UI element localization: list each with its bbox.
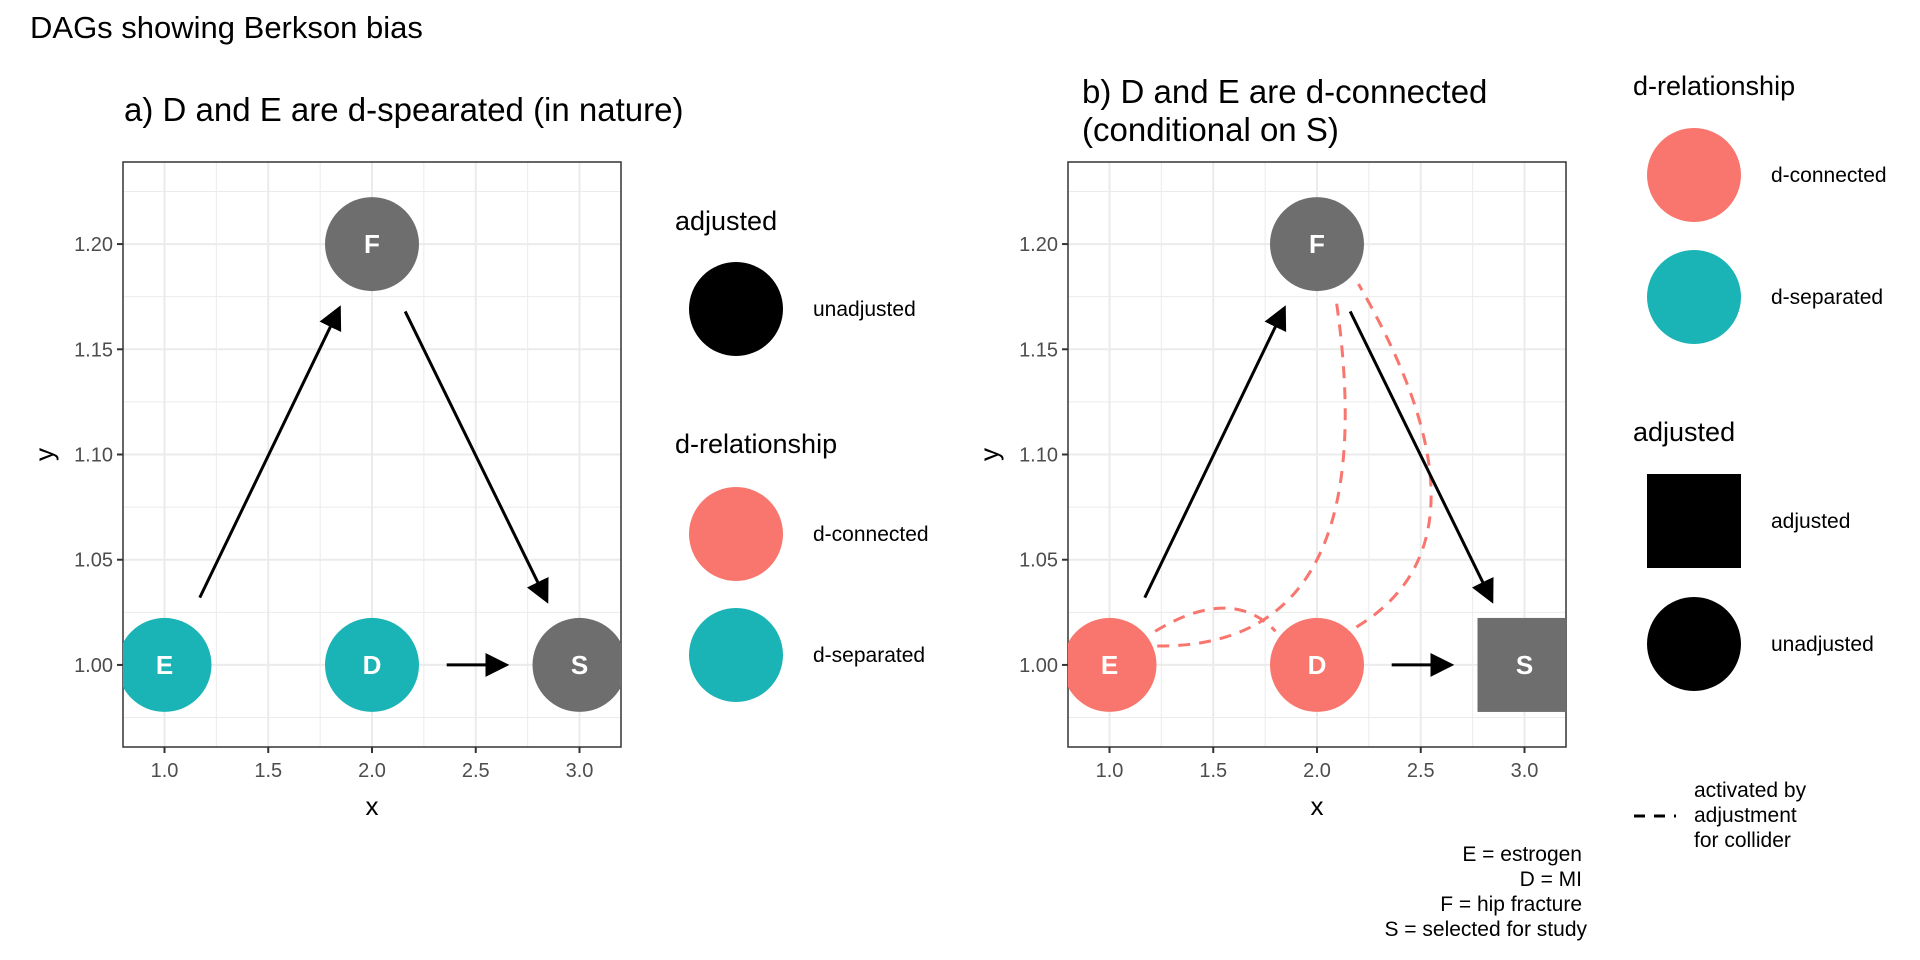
caption-line-1: E = estrogen (1462, 843, 1582, 866)
panel-a-node-label-f: F (364, 229, 380, 259)
legend-b-d-separated-key (1647, 250, 1741, 344)
legend-b-unadjusted-key (1647, 597, 1741, 691)
panel-a-title: a) D and E are d-spearated (in nature) (124, 91, 683, 128)
panel-b-node-label-f: F (1309, 229, 1325, 259)
panel-a-node-label-e: E (156, 650, 173, 680)
legend-b-dashed-label-line-2: adjustment (1694, 804, 1797, 827)
panel-a-y-tick-label: 1.10 (74, 445, 113, 467)
panel-a-y-tick-label: 1.00 (74, 655, 113, 677)
figure: DAGs showing Berkson bias a) D and E are… (29, 10, 1887, 941)
panel-b-title-line-1: b) D and E are d-connected (1082, 73, 1487, 110)
panel-a-y-tick-label: 1.05 (74, 550, 113, 572)
figure-title: DAGs showing Berkson bias (30, 10, 423, 45)
legend-a-title-d-relationship: d-relationship (675, 429, 837, 459)
legend-b-adjusted-key (1647, 474, 1741, 568)
panel-a-x-tick-label: 2.5 (462, 760, 490, 782)
caption-line-4: S = selected for study (1384, 918, 1587, 941)
panel-b-dashed-paths (1154, 283, 1433, 648)
panel-b-y-label: y (974, 448, 1004, 461)
legend-a-d-separated-label: d-separated (813, 644, 925, 667)
panel-b: b) D and E are d-connected (conditional … (974, 73, 1567, 821)
panel-b-dashed-path-e-d (1154, 606, 1277, 633)
panel-a-x-tick-label: 3.0 (566, 760, 594, 782)
legend-b-dashed-label-line-3: for collider (1694, 829, 1791, 852)
panel-b-y-tick-label: 1.15 (1019, 339, 1058, 361)
caption-line-2: D = MI (1520, 868, 1582, 891)
panel-b-x-tick-label: 2.0 (1303, 760, 1331, 782)
panel-a-x-ticks: 1.0 1.5 2.0 2.5 3.0 (151, 747, 594, 782)
panel-b-y-tick-label: 1.20 (1019, 234, 1058, 256)
panel-b-x-tick-label: 1.5 (1199, 760, 1227, 782)
panel-a-x-label: x (366, 791, 379, 821)
panel-b-x-tick-label: 3.0 (1511, 760, 1539, 782)
panel-b-node-label-d: D (1308, 650, 1327, 680)
legend-b-title-adjusted: adjusted (1633, 417, 1735, 447)
panel-b-x-ticks: 1.0 1.5 2.0 2.5 3.0 (1096, 747, 1539, 782)
legend-b-d-separated-label: d-separated (1771, 286, 1883, 309)
node-key-caption: E = estrogen D = MI F = hip fracture S =… (1384, 843, 1587, 941)
legend-a-title-adjusted: adjusted (675, 206, 777, 236)
panel-b-legend: d-relationship d-connected d-separated a… (1633, 71, 1887, 852)
panel-a-legend: adjusted unadjusted d-relationship d-con… (675, 206, 929, 702)
legend-b-d-connected-key (1647, 128, 1741, 222)
panel-b-y-ticks: 1.00 1.05 1.10 1.15 1.20 (1019, 234, 1068, 677)
legend-a-d-separated-key (689, 608, 783, 702)
panel-b-edge-e-f (1143, 305, 1287, 599)
legend-b-title-d-relationship: d-relationship (1633, 71, 1795, 101)
legend-a-unadjusted-key (689, 262, 783, 356)
panel-a-y-tick-label: 1.15 (74, 339, 113, 361)
panel-a-x-tick-label: 1.0 (151, 760, 179, 782)
panel-a-y-tick-label: 1.20 (74, 234, 113, 256)
panel-b-x-label: x (1311, 791, 1324, 821)
panel-a-node-label-d: D (363, 650, 382, 680)
panel-b-y-tick-label: 1.00 (1019, 655, 1058, 677)
panel-a-y-ticks: 1.00 1.05 1.10 1.15 1.20 (74, 234, 123, 677)
panel-a-y-label: y (29, 448, 59, 461)
caption-line-3: F = hip fracture (1440, 893, 1582, 916)
panel-a-x-tick-label: 1.5 (254, 760, 282, 782)
panel-a-edge-e-f (198, 305, 342, 599)
legend-b-d-connected-label: d-connected (1771, 164, 1887, 187)
panel-a-node-label-s: S (571, 650, 588, 680)
legend-b-adjusted-label: adjusted (1771, 510, 1850, 533)
panel-b-y-tick-label: 1.10 (1019, 445, 1058, 467)
panel-b-x-tick-label: 2.5 (1407, 760, 1435, 782)
panel-b-y-tick-label: 1.05 (1019, 550, 1058, 572)
panel-b-node-label-e: E (1101, 650, 1118, 680)
legend-b-dashed-label-line-1: activated by (1694, 779, 1807, 802)
panel-b-title-line-2: (conditional on S) (1082, 111, 1339, 148)
panel-b-node-label-s: S (1516, 650, 1533, 680)
panel-a-edges (198, 305, 549, 677)
legend-a-unadjusted-label: unadjusted (813, 298, 916, 321)
legend-a-d-connected-key (689, 487, 783, 581)
legend-a-d-connected-label: d-connected (813, 523, 929, 546)
panel-a: a) D and E are d-spearated (in nature) 1… (29, 91, 683, 821)
panel-b-x-tick-label: 1.0 (1096, 760, 1124, 782)
legend-b-unadjusted-label: unadjusted (1771, 633, 1874, 656)
panel-a-x-tick-label: 2.0 (358, 760, 386, 782)
